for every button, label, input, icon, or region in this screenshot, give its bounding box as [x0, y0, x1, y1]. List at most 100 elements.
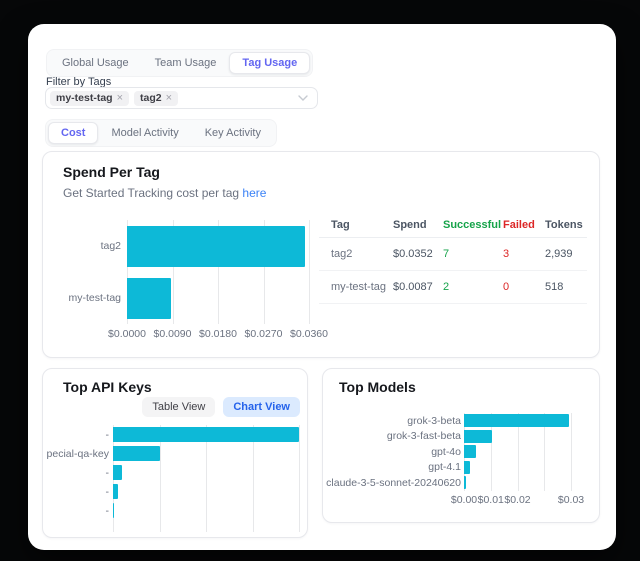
- top-models-title: Top Models: [339, 379, 416, 395]
- bar-row: [113, 425, 299, 444]
- bar: [464, 476, 466, 489]
- tab-model-activity[interactable]: Model Activity: [98, 122, 191, 144]
- tag-filter-select[interactable]: my-test-tag × tag2 ×: [45, 87, 318, 109]
- column-header: Failed: [503, 219, 545, 231]
- bar: [127, 226, 305, 267]
- bar: [464, 414, 569, 427]
- table-cell: $0.0352: [393, 248, 443, 260]
- chart-view-button[interactable]: Chart View: [223, 397, 300, 417]
- chevron-down-icon: [298, 95, 308, 101]
- view-toggle: Table View Chart View: [142, 397, 300, 417]
- remove-tag-icon[interactable]: ×: [117, 93, 123, 104]
- bar-row: [113, 501, 299, 520]
- bar: [113, 427, 299, 442]
- tag-chip: my-test-tag ×: [50, 91, 129, 106]
- table-cell: 2,939: [545, 248, 587, 260]
- x-axis-tick-label: $0.0270: [245, 328, 283, 340]
- y-axis-category-label: -: [106, 482, 110, 501]
- y-axis-labels: -pecial-qa-key---: [55, 425, 109, 520]
- bar-row: [113, 444, 299, 463]
- x-axis-labels: $0.0000$0.0090$0.0180$0.0270$0.0360: [127, 328, 309, 342]
- bar-row: [113, 482, 299, 501]
- table-view-button[interactable]: Table View: [142, 397, 215, 417]
- top-models-card: Top Models grok-3-betagrok-3-fast-betagp…: [322, 368, 600, 523]
- bar-row: [464, 429, 571, 445]
- table-cell: 2: [443, 281, 503, 293]
- gridline: [299, 425, 300, 532]
- bar-row: [464, 413, 571, 429]
- bar: [464, 430, 492, 443]
- column-header: Successful: [443, 219, 503, 231]
- table-row: tag2$0.0352732,939: [319, 238, 587, 271]
- table-cell: 0: [503, 281, 545, 293]
- plot-area: [464, 413, 571, 491]
- column-header: Tokens: [545, 219, 587, 231]
- y-axis-category-label: grok-3-beta: [407, 413, 461, 429]
- spend-per-tag-chart: tag2my-test-tag $0.0000 $0.0090 $0.0180 $0.…: [63, 220, 333, 342]
- x-axis-tick-label: $0.00: [451, 494, 477, 506]
- top-api-keys-card: Top API Keys Table View Chart View -peci…: [42, 368, 308, 538]
- bar: [113, 465, 122, 480]
- bar: [464, 461, 470, 474]
- top-api-keys-chart: -pecial-qa-key---: [55, 425, 301, 535]
- bar-row: [127, 220, 309, 272]
- tab-key-activity[interactable]: Key Activity: [192, 122, 274, 144]
- y-axis-category-label: gpt-4o: [431, 444, 461, 460]
- spend-table-header-row: TagSpendSuccessfulFailedTokens: [319, 212, 587, 238]
- here-link[interactable]: here: [242, 186, 266, 200]
- spend-table: TagSpendSuccessfulFailedTokens tag2$0.03…: [319, 212, 587, 304]
- bar-row: [464, 444, 571, 460]
- report-view-tabs: Cost Model Activity Key Activity: [45, 119, 277, 147]
- x-axis-tick-label: $0.0180: [199, 328, 237, 340]
- x-axis-tick-label: $0.0090: [154, 328, 192, 340]
- bar: [113, 484, 118, 499]
- spend-per-tag-card: Spend Per Tag Get Started Tracking cost …: [42, 151, 600, 358]
- column-header: Tag: [331, 219, 393, 231]
- y-axis-labels: tag2my-test-tag: [63, 220, 121, 324]
- y-axis-labels: grok-3-betagrok-3-fast-betagpt-4ogpt-4.1…: [333, 413, 461, 491]
- x-axis-tick-label: $0.0000: [108, 328, 146, 340]
- x-axis-tick-label: $0.01: [478, 494, 504, 506]
- bar-row: [464, 460, 571, 476]
- table-cell: 518: [545, 281, 587, 293]
- table-cell: $0.0087: [393, 281, 443, 293]
- bar-row: [113, 463, 299, 482]
- y-axis-category-label: my-test-tag: [68, 272, 121, 324]
- y-axis-category-label: gpt-4.1: [428, 460, 461, 476]
- bar-row: [127, 272, 309, 324]
- y-axis-category-label: grok-3-fast-beta: [387, 429, 461, 445]
- tab-team-usage[interactable]: Team Usage: [142, 52, 230, 74]
- tab-tag-usage[interactable]: Tag Usage: [229, 52, 310, 74]
- y-axis-category-label: -: [106, 425, 110, 444]
- y-axis-category-label: -: [106, 501, 110, 520]
- x-axis-tick-label: $0.02: [504, 494, 530, 506]
- plot-area: [127, 220, 309, 324]
- tab-global-usage[interactable]: Global Usage: [49, 52, 142, 74]
- bar-row: [464, 475, 571, 491]
- x-axis-tick-label: $0.0360: [290, 328, 328, 340]
- x-axis-tick-label: $0.03: [558, 494, 584, 506]
- column-header: Spend: [393, 219, 443, 231]
- x-axis-labels: $0.00$0.01$0.02$0.03: [464, 494, 571, 508]
- top-api-keys-title: Top API Keys: [63, 379, 152, 395]
- remove-tag-icon[interactable]: ×: [166, 93, 172, 104]
- tag-chip-label: tag2: [140, 93, 162, 104]
- tag-chip-label: my-test-tag: [56, 93, 113, 104]
- table-cell: 3: [503, 248, 545, 260]
- bar: [113, 503, 114, 518]
- dashboard-panel: Global Usage Team Usage Tag Usage Filter…: [28, 24, 616, 550]
- table-row: my-test-tag$0.008720518: [319, 271, 587, 304]
- bar: [464, 445, 476, 458]
- y-axis-category-label: claude-3-5-sonnet-20240620: [326, 475, 461, 491]
- subtitle-text: Get Started Tracking cost per tag: [63, 186, 242, 200]
- tab-cost[interactable]: Cost: [48, 122, 98, 144]
- table-cell: 7: [443, 248, 503, 260]
- y-axis-category-label: pecial-qa-key: [47, 444, 109, 463]
- gridline: [309, 220, 310, 324]
- spend-table-body: tag2$0.0352732,939my-test-tag$0.00872051…: [319, 238, 587, 304]
- gridline: [571, 413, 572, 491]
- top-models-chart: grok-3-betagrok-3-fast-betagpt-4ogpt-4.1…: [333, 413, 571, 517]
- bar: [113, 446, 160, 461]
- spend-per-tag-subtitle: Get Started Tracking cost per tag here: [63, 186, 266, 200]
- table-cell: tag2: [331, 248, 393, 260]
